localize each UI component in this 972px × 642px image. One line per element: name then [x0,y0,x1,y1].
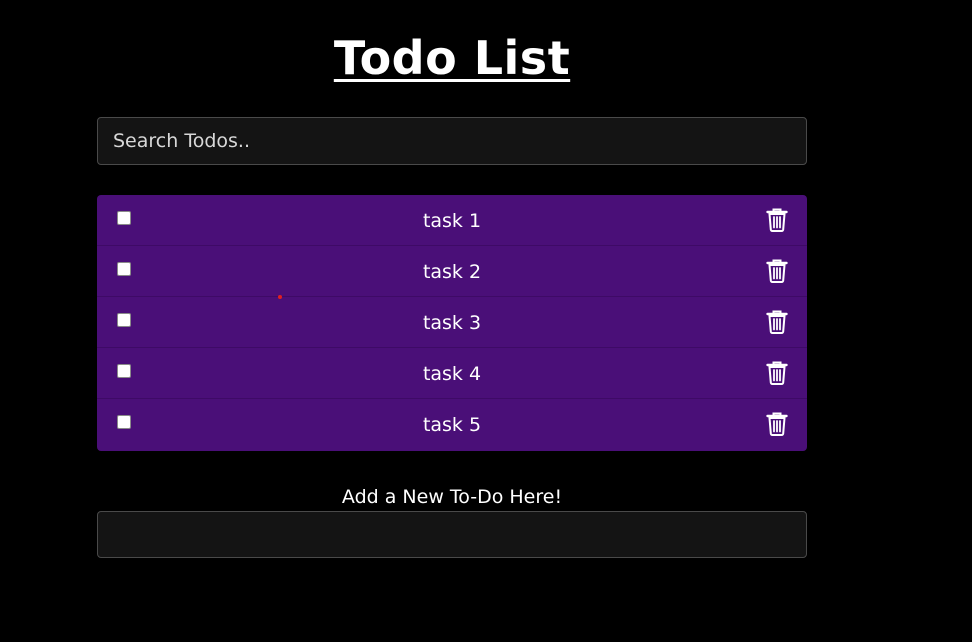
search-input[interactable] [97,117,807,165]
todo-item: task 1 [97,195,807,246]
trash-icon[interactable] [766,208,788,232]
todo-label: task 4 [422,363,482,385]
todo-checkbox[interactable] [117,364,131,378]
search-container [97,117,807,165]
trash-icon[interactable] [766,412,788,436]
todo-list: task 1 task 2 task 3 task 4 task 5 [97,195,807,451]
todo-item: task 2 [97,246,807,297]
todo-item: task 4 [97,348,807,399]
cursor-dot [278,295,282,299]
todo-checkbox[interactable] [117,415,131,429]
todo-checkbox[interactable] [117,262,131,276]
trash-icon[interactable] [766,259,788,283]
todo-checkbox[interactable] [117,313,131,327]
todo-checkbox[interactable] [117,211,131,225]
todo-item: task 3 [97,297,807,348]
trash-icon[interactable] [766,361,788,385]
todo-item: task 5 [97,399,807,450]
add-todo-container [97,511,807,558]
page-title: Todo List [333,31,571,85]
todo-app: Todo List task 1 task 2 [0,0,972,642]
todo-label: task 2 [422,261,482,283]
trash-icon[interactable] [766,310,788,334]
add-todo-label: Add a New To-Do Here! [341,486,563,508]
todo-label: task 1 [422,210,482,232]
add-todo-input[interactable] [97,511,807,558]
todo-label: task 3 [422,312,482,334]
todo-label: task 5 [422,414,482,436]
